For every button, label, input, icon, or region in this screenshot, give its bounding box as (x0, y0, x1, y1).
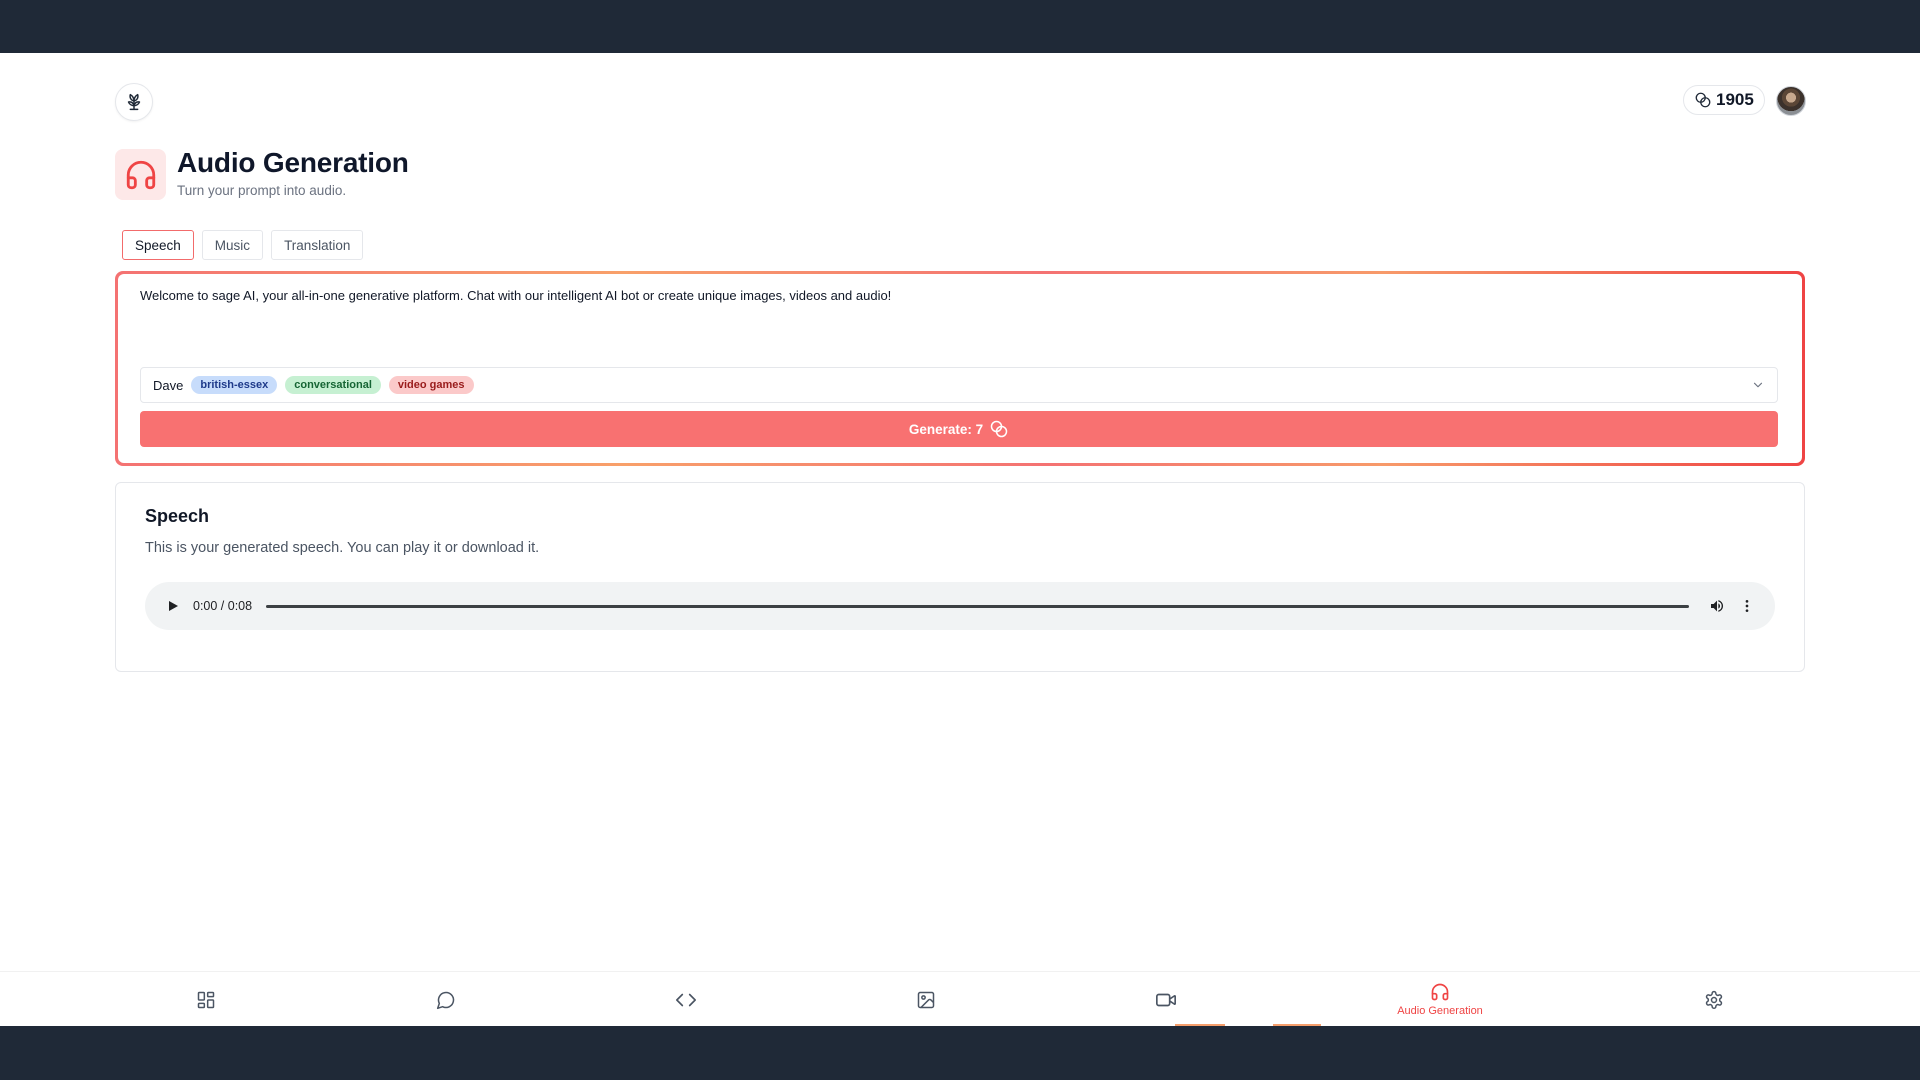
audio-time: 0:00 / 0:08 (193, 599, 253, 613)
gear-icon (1705, 990, 1723, 1009)
coins-icon (990, 420, 1008, 438)
sage-logo-icon (127, 93, 141, 111)
prompt-input[interactable] (140, 288, 1780, 348)
nav-code[interactable] (674, 972, 698, 1027)
page-title: Audio Generation (177, 147, 409, 178)
headphones-icon (126, 160, 155, 189)
play-icon (169, 601, 178, 611)
more-options-button[interactable] (1735, 594, 1759, 618)
bottom-nav: Audio Generation (0, 971, 1920, 1026)
logo-button[interactable] (115, 83, 153, 121)
voice-tag-accent: british-essex (191, 376, 278, 394)
nav-audio-generation[interactable]: Audio Generation (1390, 972, 1490, 1027)
prompt-card: Dave british-essex conversational video … (115, 271, 1805, 466)
code-icon (676, 993, 696, 1006)
image-icon (917, 991, 935, 1008)
tab-music[interactable]: Music (201, 230, 264, 260)
nav-accent-line (1175, 1024, 1225, 1026)
voice-name: Dave (153, 377, 184, 393)
audio-tabs: Speech Music Translation (122, 230, 364, 260)
nav-settings[interactable] (1702, 972, 1726, 1027)
result-description: This is your generated speech. You can p… (145, 540, 540, 556)
nav-chat[interactable] (434, 972, 458, 1027)
tab-speech[interactable]: Speech (122, 230, 194, 260)
nav-image[interactable] (914, 972, 938, 1027)
audio-player: 0:00 / 0:08 (145, 582, 1775, 630)
page-subtitle: Turn your prompt into audio. (177, 183, 347, 198)
app-window: 1905 Audio Generation Turn your prompt i… (0, 53, 1920, 1026)
voice-select[interactable]: Dave british-essex conversational video … (140, 367, 1778, 403)
play-button[interactable] (161, 594, 185, 618)
voice-tag-style: conversational (285, 376, 381, 394)
speech-result-card: Speech This is your generated speech. Yo… (115, 482, 1805, 672)
volume-icon (1711, 600, 1724, 612)
volume-button[interactable] (1705, 594, 1729, 618)
generate-label: Generate: 7 (908, 421, 984, 437)
prompt-card-inner: Dave british-essex conversational video … (118, 274, 1802, 463)
credits-badge[interactable]: 1905 (1683, 85, 1765, 115)
audio-progress-bar[interactable] (266, 604, 1689, 608)
coins-icon (1695, 92, 1711, 108)
nav-video[interactable] (1154, 972, 1178, 1027)
generate-button[interactable]: Generate: 7 (140, 411, 1778, 447)
voice-tag-use: video games (388, 376, 474, 394)
title-icon-box (115, 149, 166, 200)
dashboard-icon (197, 991, 215, 1008)
credits-count: 1905 (1716, 90, 1754, 109)
video-icon (1156, 993, 1176, 1006)
chevron-down-icon (1753, 382, 1763, 388)
tab-translation[interactable]: Translation (271, 230, 364, 260)
result-title: Speech (145, 506, 210, 526)
nav-audio-generation-label: Audio Generation (1397, 1005, 1483, 1017)
chat-icon (436, 991, 455, 1009)
more-vertical-icon (1745, 600, 1749, 612)
avatar[interactable] (1776, 86, 1806, 116)
nav-dashboard[interactable] (194, 972, 218, 1027)
headphones-icon (1431, 983, 1449, 1001)
nav-accent-line (1273, 1024, 1321, 1026)
